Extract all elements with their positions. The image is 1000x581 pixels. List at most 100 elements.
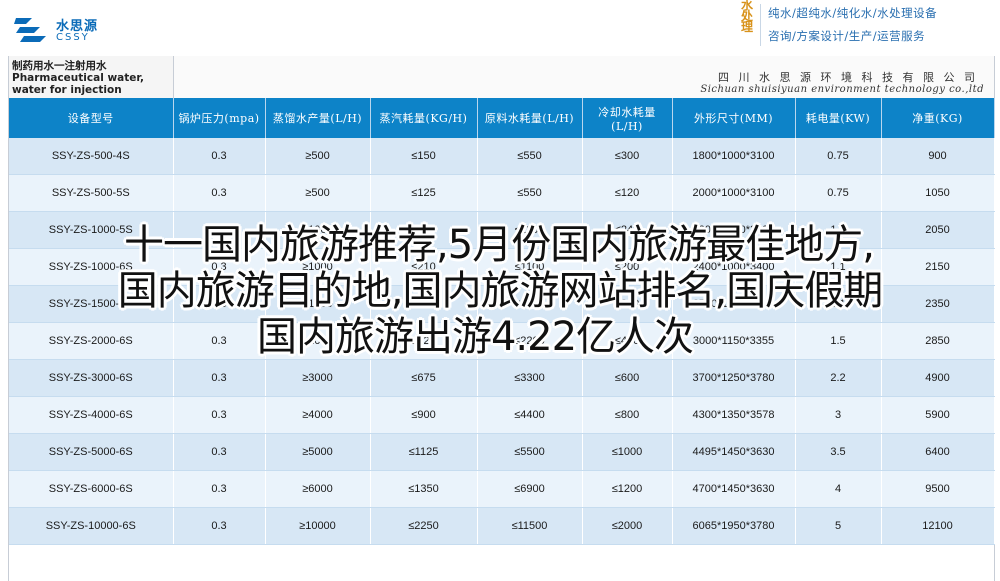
table-cell: 5900 bbox=[881, 396, 995, 434]
table-cell: SSY-ZS-2000-6S bbox=[9, 322, 174, 360]
table-cell: ≤315 bbox=[370, 285, 478, 323]
table-cell: ≤1125 bbox=[370, 433, 478, 471]
table-cell: 2.2 bbox=[795, 359, 882, 397]
table-cell: 0.3 bbox=[173, 507, 266, 545]
table-cell: ≤2200 bbox=[477, 322, 583, 360]
table-cell: ≤1200 bbox=[582, 470, 673, 508]
table-cell: SSY-ZS-500-5S bbox=[9, 174, 174, 212]
table-cell: SSY-ZS-1500-6S bbox=[9, 285, 174, 323]
table-cell: 2700*1100*3400 bbox=[672, 285, 796, 323]
table-cell: 1.1 bbox=[795, 248, 882, 286]
table-cell: 1.1 bbox=[795, 211, 882, 249]
table-cell: SSY-ZS-10000-6S bbox=[9, 507, 174, 545]
table-cell: ≤300 bbox=[582, 138, 673, 175]
col-header-cooling-water: 冷却水耗量(L/H) bbox=[582, 98, 673, 138]
table-cell: 2350 bbox=[881, 285, 995, 323]
table-cell: 4700*1450*3630 bbox=[672, 470, 796, 508]
table-row: SSY-ZS-1000-6S 0.3 ≥1000 ≤210 ≤1100 ≤200 2400*… bbox=[9, 248, 995, 286]
table-row: SSY-ZS-4000-6S 0.3 ≥4000 ≤900 ≤4400 ≤800 4300*… bbox=[9, 396, 995, 434]
table-cell: ≤550 bbox=[477, 138, 583, 175]
col-header-steam-consumption: 蒸汽耗量(KG/H) bbox=[370, 98, 478, 138]
table-cell: ≥5000 bbox=[265, 433, 371, 471]
divider bbox=[760, 4, 761, 46]
col-header-feed-water: 原料水耗量(L/H) bbox=[477, 98, 583, 138]
table-cell: 900 bbox=[881, 138, 995, 175]
table-row: SSY-ZS-3000-6S 0.3 ≥3000 ≤675 ≤3300 ≤600 3700*… bbox=[9, 359, 995, 397]
table-row: SSY-ZS-5000-6S 0.3 ≥5000 ≤1125 ≤5500 ≤1000 449… bbox=[9, 433, 995, 471]
table-cell: ≥1000 bbox=[265, 248, 371, 286]
table-cell: ≤800 bbox=[582, 396, 673, 434]
table-cell: ≤3300 bbox=[477, 359, 583, 397]
table-cell: ≤5500 bbox=[477, 433, 583, 471]
table-cell: 0.3 bbox=[173, 322, 266, 360]
col-header-power: 耗电量(KW) bbox=[795, 98, 882, 138]
company-cell: 四 川 水 思 源 环 境 科 技 有 限 公 司 Sichuan shuisi… bbox=[174, 56, 994, 99]
table-cell: 4900 bbox=[881, 359, 995, 397]
service-banner: 水处理 纯水/超纯水/纯化水/水处理设备 咨询/方案设计/生产/运营服务 bbox=[738, 0, 1000, 52]
table-cell: SSY-ZS-4000-6S bbox=[9, 396, 174, 434]
table-cell: SSY-ZS-500-4S bbox=[9, 138, 174, 175]
table-cell: ≥2000 bbox=[265, 322, 371, 360]
water-drop-logo-icon bbox=[14, 18, 46, 42]
col-header-distilled-output: 蒸馏水产量(L/H) bbox=[265, 98, 371, 138]
table-cell: 1050 bbox=[881, 174, 995, 212]
table-cell: SSY-ZS-5000-6S bbox=[9, 433, 174, 471]
table-cell: 0.3 bbox=[173, 470, 266, 508]
col-header-model: 设备型号 bbox=[9, 98, 174, 138]
table-cell: 5 bbox=[795, 507, 882, 545]
table-cell: ≤6900 bbox=[477, 470, 583, 508]
table-cell: 0.75 bbox=[795, 174, 882, 212]
company-logo[interactable]: 水思源 CSSY bbox=[12, 14, 132, 48]
table-cell: 4300*1350*3578 bbox=[672, 396, 796, 434]
table-cell: 2000*1000*3100 bbox=[672, 174, 796, 212]
table-cell: 12100 bbox=[881, 507, 995, 545]
col-header-dimensions: 外形尺寸(MM) bbox=[672, 98, 796, 138]
table-row: SSY-ZS-10000-6S 0.3 ≥10000 ≤2250 ≤11500 ≤2000… bbox=[9, 507, 995, 545]
table-cell: ≤125 bbox=[370, 174, 478, 212]
table-cell: ≤2250 bbox=[370, 507, 478, 545]
table-cell: SSY-ZS-3000-6S bbox=[9, 359, 174, 397]
table-row: SSY-ZS-1500-6S 0.3 ≥1500 ≤315 ≤1650 ≤300 2700*… bbox=[9, 285, 995, 323]
table-cell: 3.5 bbox=[795, 433, 882, 471]
table-cell: ≤240 bbox=[582, 211, 673, 249]
table-cell: 0.3 bbox=[173, 248, 266, 286]
table-cell: 4 bbox=[795, 470, 882, 508]
table-cell: ≤600 bbox=[582, 359, 673, 397]
table-cell: ≤400 bbox=[582, 322, 673, 360]
table-cell: 9500 bbox=[881, 470, 995, 508]
table-row: SSY-ZS-500-4S 0.3 ≥500 ≤150 ≤550 ≤300 1800*100… bbox=[9, 138, 995, 175]
table-cell: 4495*1450*3630 bbox=[672, 433, 796, 471]
table-cell: ≤210 bbox=[370, 248, 478, 286]
table-cell: 2850 bbox=[881, 322, 995, 360]
table-cell: ≥1000 bbox=[265, 211, 371, 249]
table-cell: ≤2000 bbox=[582, 507, 673, 545]
table-cell: ≤550 bbox=[477, 174, 583, 212]
table-cell: ≤150 bbox=[370, 138, 478, 175]
table-cell: ≤11500 bbox=[477, 507, 583, 545]
service-line-services: 咨询/方案设计/生产/运营服务 bbox=[768, 29, 926, 43]
sheet-title: 制药用水一注射用水 Pharmaceutical water, water fo… bbox=[12, 60, 145, 96]
table-cell: 6065*1950*3780 bbox=[672, 507, 796, 545]
table-cell: ≤120 bbox=[582, 174, 673, 212]
table-cell: ≤300 bbox=[582, 285, 673, 323]
table-cell: 0.3 bbox=[173, 433, 266, 471]
table-cell: SSY-ZS-1000-6S bbox=[9, 248, 174, 286]
table-cell: ≥1500 bbox=[265, 285, 371, 323]
table-row: SSY-ZS-500-5S 0.3 ≥500 ≤125 ≤550 ≤120 2000*100… bbox=[9, 174, 995, 212]
table-cell: 2400*1000*3400 bbox=[672, 248, 796, 286]
table-cell: ≤1000 bbox=[582, 433, 673, 471]
table-cell: 0.75 bbox=[795, 138, 882, 175]
table-row: SSY-ZS-2000-6S 0.3 ≥2000 ≤420 ≤2200 ≤400 3000*… bbox=[9, 322, 995, 360]
table-cell: ≤1100 bbox=[477, 248, 583, 286]
table-cell: ≤250 bbox=[370, 211, 478, 249]
sheet-title-cell: 制药用水一注射用水 Pharmaceutical water, water fo… bbox=[9, 56, 174, 99]
company-name-en: Sichuan shuisiyuan environment technolog… bbox=[700, 84, 984, 95]
table-row: SSY-ZS-1000-5S 0.3 ≥1000 ≤250 ≤1100 ≤240 2200*… bbox=[9, 211, 995, 249]
table-cell: 0.3 bbox=[173, 359, 266, 397]
table-cell: ≤900 bbox=[370, 396, 478, 434]
table-cell: ≥6000 bbox=[265, 470, 371, 508]
table-cell: ≤200 bbox=[582, 248, 673, 286]
brand-name-en: CSSY bbox=[56, 32, 90, 43]
table-cell: ≥500 bbox=[265, 138, 371, 175]
table-cell: ≥3000 bbox=[265, 359, 371, 397]
